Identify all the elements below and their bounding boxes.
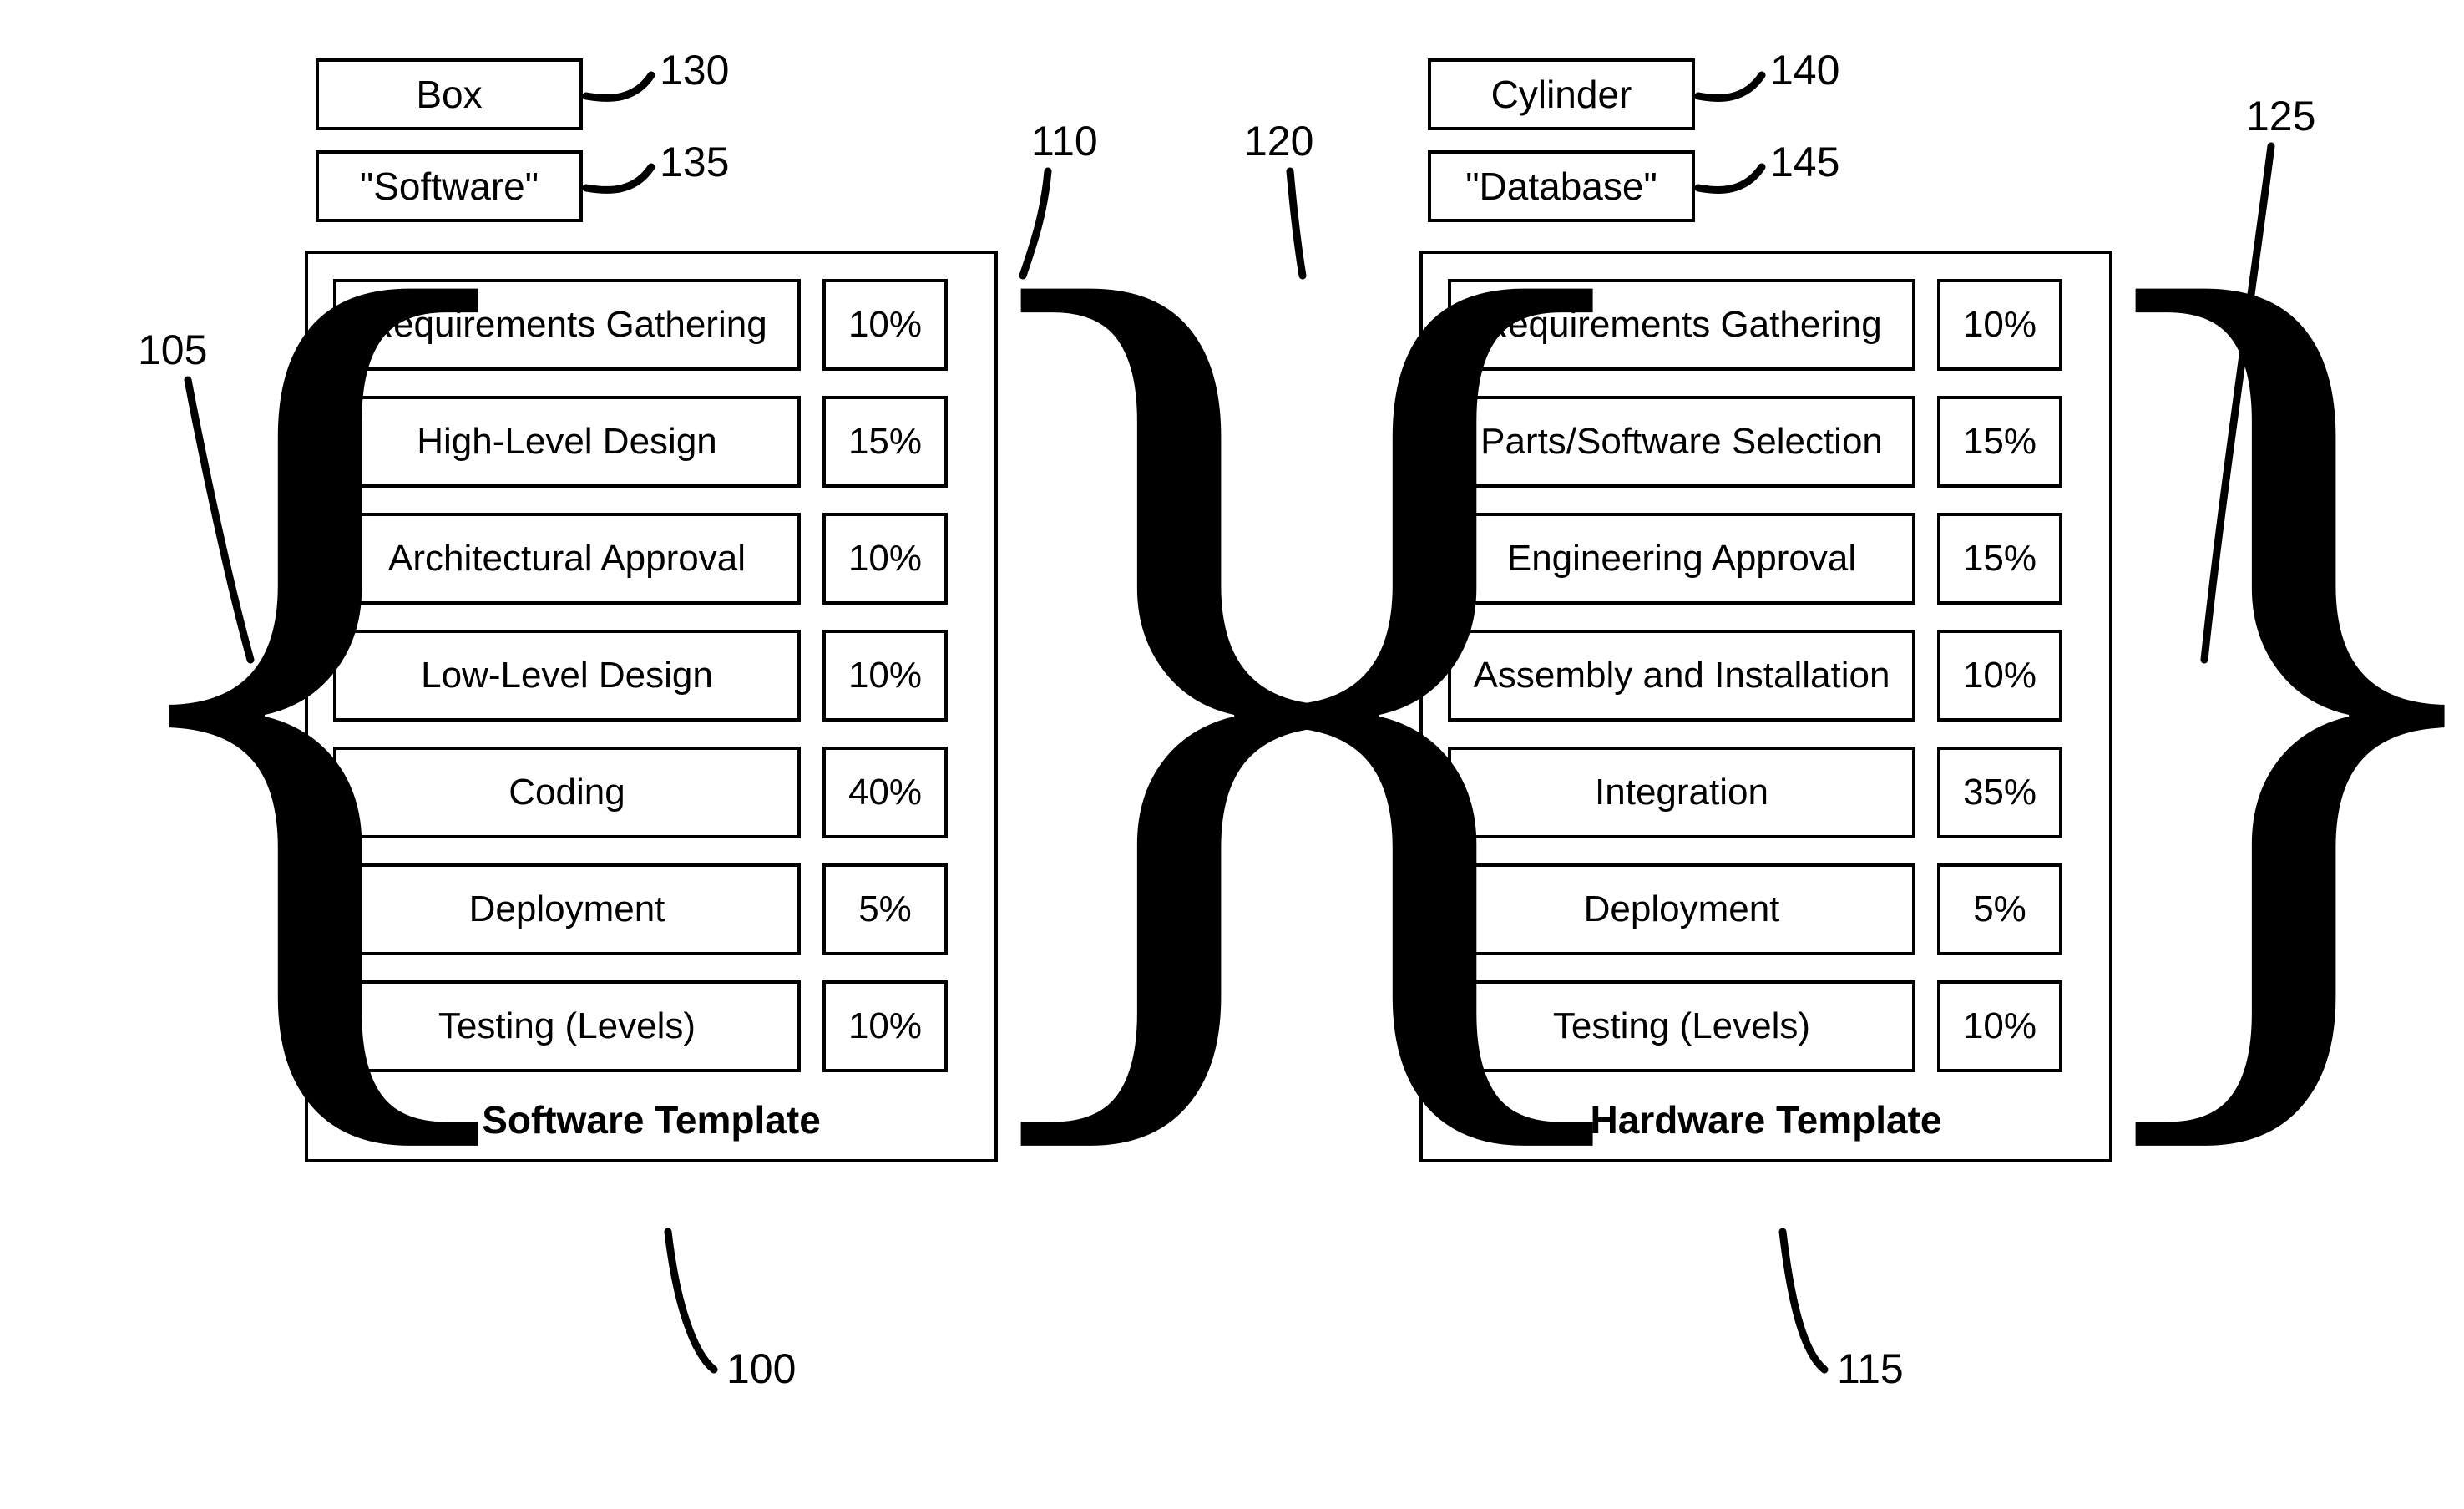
right-template: Requirements Gathering 10% Parts/Softwar… xyxy=(1419,251,2112,1162)
task-name: Architectural Approval xyxy=(333,513,801,605)
table-row: Testing (Levels) 10% xyxy=(333,980,969,1072)
table-row: Requirements Gathering 10% xyxy=(333,279,969,371)
task-name: Assembly and Installation xyxy=(1448,630,1915,722)
task-pct: 10% xyxy=(1937,630,2062,722)
task-pct: 15% xyxy=(1937,513,2062,605)
right-caption: Hardware Template xyxy=(1448,1097,2084,1142)
task-pct: 5% xyxy=(822,863,948,955)
task-name: Integration xyxy=(1448,747,1915,838)
task-pct: 40% xyxy=(822,747,948,838)
table-row: High-Level Design 15% xyxy=(333,396,969,488)
table-row: Requirements Gathering 10% xyxy=(1448,279,2084,371)
ref-130: 130 xyxy=(660,46,729,94)
task-name: Engineering Approval xyxy=(1448,513,1915,605)
table-row: Engineering Approval 15% xyxy=(1448,513,2084,605)
task-pct: 10% xyxy=(822,980,948,1072)
task-pct: 15% xyxy=(1937,396,2062,488)
ref-135: 135 xyxy=(660,138,729,186)
task-pct: 10% xyxy=(822,513,948,605)
ref-110: 110 xyxy=(1031,117,1098,165)
diagram-canvas: Box "Software" Requirements Gathering 10… xyxy=(0,0,2464,1509)
ref-140: 140 xyxy=(1770,46,1839,94)
task-pct: 10% xyxy=(822,630,948,722)
task-name: Deployment xyxy=(333,863,801,955)
ref-120: 120 xyxy=(1244,117,1313,165)
task-pct: 35% xyxy=(1937,747,2062,838)
table-row: Architectural Approval 10% xyxy=(333,513,969,605)
table-row: Coding 40% xyxy=(333,747,969,838)
right-tag-shape: Cylinder xyxy=(1428,58,1695,130)
ref-125: 125 xyxy=(2246,92,2315,140)
task-pct: 5% xyxy=(1937,863,2062,955)
ref-145: 145 xyxy=(1770,138,1839,186)
task-name: Coding xyxy=(333,747,801,838)
table-row: Testing (Levels) 10% xyxy=(1448,980,2084,1072)
task-pct: 10% xyxy=(1937,279,2062,371)
table-row: Deployment 5% xyxy=(333,863,969,955)
task-name: High-Level Design xyxy=(333,396,801,488)
task-pct: 10% xyxy=(822,279,948,371)
left-tag-name: "Software" xyxy=(316,150,583,222)
ref-105: 105 xyxy=(138,326,207,374)
table-row: Deployment 5% xyxy=(1448,863,2084,955)
task-name: Requirements Gathering xyxy=(1448,279,1915,371)
ref-115: 115 xyxy=(1837,1344,1904,1393)
right-tag-name: "Database" xyxy=(1428,150,1695,222)
task-name: Low-Level Design xyxy=(333,630,801,722)
task-name: Deployment xyxy=(1448,863,1915,955)
brace-left-close: } xyxy=(927,255,1424,1062)
table-row: Low-Level Design 10% xyxy=(333,630,969,722)
left-tag-shape: Box xyxy=(316,58,583,130)
task-name: Testing (Levels) xyxy=(333,980,801,1072)
table-row: Parts/Software Selection 15% xyxy=(1448,396,2084,488)
task-name: Testing (Levels) xyxy=(1448,980,1915,1072)
table-row: Assembly and Installation 10% xyxy=(1448,630,2084,722)
task-name: Parts/Software Selection xyxy=(1448,396,1915,488)
left-template: Requirements Gathering 10% High-Level De… xyxy=(305,251,998,1162)
task-name: Requirements Gathering xyxy=(333,279,801,371)
ref-100: 100 xyxy=(726,1344,796,1393)
left-caption: Software Template xyxy=(333,1097,969,1142)
table-row: Integration 35% xyxy=(1448,747,2084,838)
task-pct: 10% xyxy=(1937,980,2062,1072)
task-pct: 15% xyxy=(822,396,948,488)
